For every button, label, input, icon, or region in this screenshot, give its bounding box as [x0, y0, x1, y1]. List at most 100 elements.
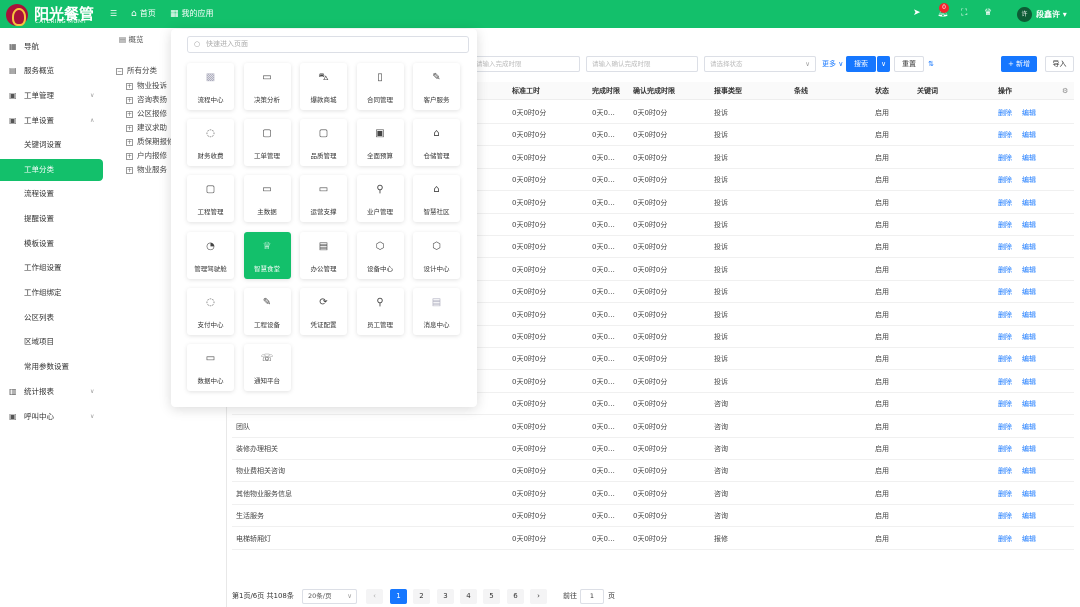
- sidebar-sub-public-area[interactable]: 公区列表: [0, 307, 103, 329]
- page-button[interactable]: 5: [483, 589, 500, 604]
- column-header[interactable]: 条线: [794, 82, 808, 100]
- edit-button[interactable]: 编辑: [1022, 281, 1036, 303]
- app-card[interactable]: ⬡ 设计中心: [413, 231, 460, 279]
- app-card[interactable]: ✎ 工程设备: [243, 287, 291, 335]
- edit-button[interactable]: 编辑: [1022, 393, 1036, 415]
- app-card[interactable]: ⬡ 设备中心: [356, 231, 404, 279]
- app-card[interactable]: ⌂ 智慧社区: [413, 175, 460, 223]
- search-button[interactable]: 搜索: [846, 56, 876, 72]
- app-card[interactable]: ▤ 消息中心: [413, 287, 460, 335]
- tab-overview[interactable]: ▤ 概览: [111, 30, 151, 50]
- delete-button[interactable]: 删除: [998, 326, 1012, 348]
- edit-button[interactable]: 编辑: [1022, 326, 1036, 348]
- delete-button[interactable]: 删除: [998, 371, 1012, 393]
- tree-node[interactable]: + 公区报修: [126, 108, 167, 119]
- column-header[interactable]: 完成时限: [592, 82, 620, 100]
- app-card[interactable]: ⚲ 业户管理: [356, 175, 404, 223]
- send-icon[interactable]: ➤: [913, 8, 921, 18]
- menu-toggle-icon[interactable]: ☰: [110, 0, 117, 28]
- app-card[interactable]: ◌ 支付中心: [187, 287, 234, 335]
- app-card[interactable]: ▢ 工程管理: [187, 175, 234, 223]
- app-card[interactable]: ◔ 管理驾驶舱: [187, 231, 234, 279]
- edit-button[interactable]: 编辑: [1022, 304, 1036, 326]
- app-card[interactable]: ▭ 运营支撑: [300, 175, 347, 223]
- delete-button[interactable]: 删除: [998, 528, 1012, 550]
- sidebar-item-ticket-management[interactable]: ▣ 工单管理 ∨: [0, 85, 103, 107]
- sidebar-sub-reminder[interactable]: 提醒设置: [0, 208, 103, 230]
- sidebar-sub-params[interactable]: 常用参数设置: [0, 356, 103, 378]
- column-settings-icon[interactable]: ⚙: [1062, 82, 1068, 100]
- edit-button[interactable]: 编辑: [1022, 371, 1036, 393]
- page-button[interactable]: 4: [460, 589, 477, 604]
- column-header[interactable]: 标准工时: [512, 82, 540, 100]
- sidebar-sub-ticket-category[interactable]: 工单分类: [0, 159, 103, 181]
- edit-button[interactable]: 编辑: [1022, 505, 1036, 527]
- page-button[interactable]: 3: [437, 589, 454, 604]
- delete-button[interactable]: 删除: [998, 124, 1012, 146]
- app-card[interactable]: ◌ 财务收费: [187, 119, 234, 167]
- app-card[interactable]: ▢ 工单管理: [243, 119, 291, 167]
- delete-button[interactable]: 删除: [998, 438, 1012, 460]
- app-card[interactable]: ▭ 数据中心: [187, 344, 234, 391]
- import-button[interactable]: 导入: [1045, 56, 1074, 72]
- edit-button[interactable]: 编辑: [1022, 236, 1036, 258]
- status-select[interactable]: 请选择状态 ∨: [704, 56, 816, 72]
- column-header[interactable]: 操作: [998, 82, 1012, 100]
- sidebar-item-nav[interactable]: ▦ 导航: [0, 36, 103, 58]
- app-card[interactable]: ⌂ 仓储管理: [413, 119, 460, 167]
- page-size-select[interactable]: 20条/页 ∨: [302, 589, 357, 604]
- quick-search-input[interactable]: ○ 快速进入页面: [187, 36, 469, 53]
- edit-button[interactable]: 编辑: [1022, 348, 1036, 370]
- expand-icon[interactable]: +: [126, 166, 133, 174]
- delete-button[interactable]: 删除: [998, 304, 1012, 326]
- delete-button[interactable]: 删除: [998, 416, 1012, 438]
- expand-icon[interactable]: +: [126, 110, 133, 118]
- app-card[interactable]: ♕ 智慧食堂: [243, 231, 291, 279]
- edit-button[interactable]: 编辑: [1022, 124, 1036, 146]
- sidebar-sub-region[interactable]: 区域项目: [0, 331, 103, 353]
- column-header[interactable]: 关键词: [917, 82, 938, 100]
- edit-button[interactable]: 编辑: [1022, 192, 1036, 214]
- nav-home[interactable]: ⌂ 首页: [131, 0, 156, 28]
- app-card[interactable]: ⚲ 员工管理: [356, 287, 404, 335]
- page-button[interactable]: 6: [507, 589, 524, 604]
- delete-button[interactable]: 删除: [998, 505, 1012, 527]
- sidebar-item-call-center[interactable]: ▣ 呼叫中心 ∨: [0, 406, 103, 428]
- delete-button[interactable]: 删除: [998, 147, 1012, 169]
- delete-button[interactable]: 删除: [998, 460, 1012, 482]
- add-button[interactable]: + 新增: [1001, 56, 1037, 72]
- expand-icon[interactable]: +: [126, 138, 133, 146]
- sidebar-sub-workgroup[interactable]: 工作组设置: [0, 257, 103, 279]
- delete-button[interactable]: 删除: [998, 281, 1012, 303]
- edit-button[interactable]: 编辑: [1022, 102, 1036, 124]
- expand-icon[interactable]: +: [126, 96, 133, 104]
- tree-node-root[interactable]: − 所有分类: [116, 65, 157, 76]
- delete-button[interactable]: 删除: [998, 102, 1012, 124]
- edit-button[interactable]: 编辑: [1022, 147, 1036, 169]
- sidebar-item-reports[interactable]: ▥ 统计报表 ∨: [0, 381, 103, 403]
- column-header[interactable]: 状态: [875, 82, 889, 100]
- next-page-button[interactable]: ›: [530, 589, 547, 604]
- user-name[interactable]: 段鑫许 ▾: [1036, 0, 1067, 29]
- complete-time-input[interactable]: 请输入完成时限: [470, 56, 580, 72]
- avatar[interactable]: 许: [1017, 7, 1032, 22]
- app-card[interactable]: ▭ 主数据: [243, 175, 291, 223]
- delete-button[interactable]: 删除: [998, 192, 1012, 214]
- page-button[interactable]: 2: [413, 589, 430, 604]
- edit-button[interactable]: 编辑: [1022, 528, 1036, 550]
- edit-button[interactable]: 编辑: [1022, 214, 1036, 236]
- expand-icon[interactable]: +: [126, 152, 133, 160]
- delete-button[interactable]: 删除: [998, 214, 1012, 236]
- sidebar-sub-flow[interactable]: 流程设置: [0, 183, 103, 205]
- tree-node[interactable]: + 质保期报修: [126, 136, 175, 147]
- tree-node[interactable]: + 咨询表扬: [126, 94, 167, 105]
- theme-icon[interactable]: ♛: [984, 8, 992, 18]
- column-header[interactable]: 确认完成时限: [633, 82, 675, 100]
- logo[interactable]: 阳光餐管 CATERING MGMT: [4, 2, 104, 26]
- edit-button[interactable]: 编辑: [1022, 438, 1036, 460]
- tree-node[interactable]: + 物业投诉: [126, 80, 167, 91]
- app-card[interactable]: ▯ 合同管理: [356, 63, 404, 110]
- delete-button[interactable]: 删除: [998, 169, 1012, 191]
- expand-icon[interactable]: +: [126, 124, 133, 132]
- sidebar-sub-keyword[interactable]: 关键词设置: [0, 134, 103, 156]
